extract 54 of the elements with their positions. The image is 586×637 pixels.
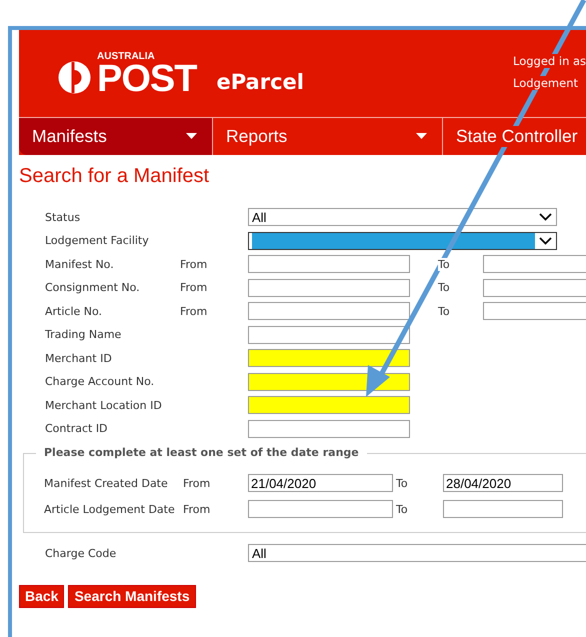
field-label: Charge Account No. xyxy=(45,375,156,388)
select-field[interactable]: All xyxy=(248,544,586,562)
input-field[interactable] xyxy=(483,278,586,297)
field-label: Charge Code xyxy=(45,546,118,560)
to-label: To xyxy=(396,502,409,516)
date-field[interactable] xyxy=(443,500,563,518)
user-info-text: Logged in as xyxy=(513,54,586,68)
field-label: Merchant ID xyxy=(45,352,113,365)
field-label: Article Lodgement Date xyxy=(44,502,176,516)
action-button[interactable]: Search Manifests xyxy=(68,584,196,608)
from-label: From xyxy=(180,304,208,318)
field-label: Status xyxy=(45,210,82,224)
input-field[interactable] xyxy=(248,255,410,274)
from-label: From xyxy=(180,281,208,294)
input-field[interactable] xyxy=(248,326,410,344)
input-field[interactable] xyxy=(248,349,410,368)
field-label: Consignment No. xyxy=(45,281,141,294)
page-title: Search for a Manifest xyxy=(19,165,210,188)
action-button[interactable]: Back xyxy=(19,584,64,608)
input-field[interactable] xyxy=(248,372,410,391)
field-label: Article No. xyxy=(45,304,104,318)
input-field[interactable] xyxy=(483,255,586,274)
field-label: Manifest No. xyxy=(45,258,115,271)
select-field[interactable]: All xyxy=(248,208,557,226)
input-field[interactable] xyxy=(248,396,410,414)
from-label: From xyxy=(183,502,212,516)
input-field[interactable] xyxy=(248,302,410,320)
group-legend: Please complete at least one set of the date range xyxy=(36,446,367,459)
field-label: Trading Name xyxy=(45,328,122,342)
field-label: Contract ID xyxy=(45,422,109,436)
nav-tab[interactable]: Manifests xyxy=(19,118,212,155)
to-label: To xyxy=(438,258,450,271)
input-field[interactable] xyxy=(248,420,410,438)
to-label: To xyxy=(396,476,409,490)
logo-icon xyxy=(58,60,91,94)
logo-small-text: AUSTRALIA xyxy=(97,52,156,62)
date-field[interactable] xyxy=(248,500,393,518)
chevron-down-icon xyxy=(539,236,552,245)
product-name: eParcel xyxy=(216,70,304,94)
input-field[interactable] xyxy=(248,278,410,297)
select-field[interactable] xyxy=(248,232,557,250)
field-label: Manifest Created Date xyxy=(44,476,169,490)
user-info-text: Lodgement xyxy=(513,76,578,90)
field-label: Merchant Location ID xyxy=(45,398,163,412)
logo-text: POST xyxy=(97,62,196,96)
chevron-down-icon xyxy=(539,213,552,222)
to-label: To xyxy=(438,281,450,294)
date-field[interactable]: 21/04/2020 xyxy=(248,474,393,492)
from-label: From xyxy=(183,476,212,490)
from-label: From xyxy=(180,258,208,271)
to-label: To xyxy=(438,304,450,318)
field-label: Lodgement Facility xyxy=(45,234,150,248)
date-field[interactable]: 28/04/2020 xyxy=(443,474,563,492)
input-field[interactable] xyxy=(483,302,586,320)
